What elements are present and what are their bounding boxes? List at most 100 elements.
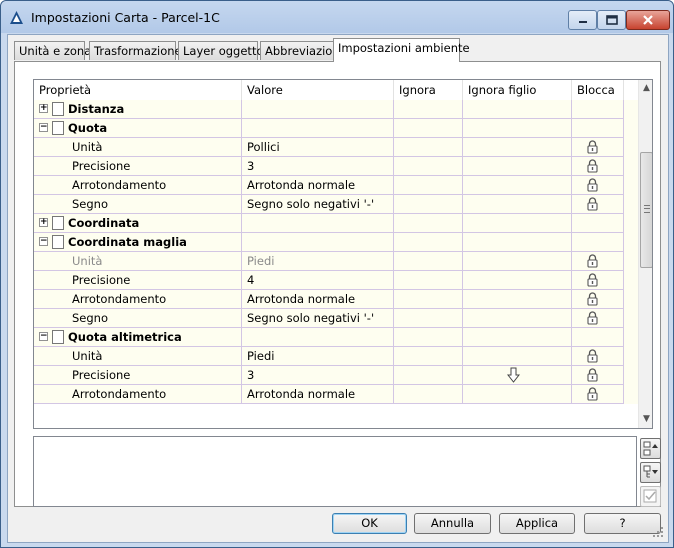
- ignore-cell[interactable]: [394, 233, 463, 252]
- tab-unita-e-zona[interactable]: Unità e zona: [14, 41, 91, 60]
- ignore-child-cell[interactable]: [463, 385, 572, 404]
- ignore-cell[interactable]: [394, 157, 463, 176]
- grid-group-row[interactable]: − Quota: [34, 119, 638, 138]
- lock-cell[interactable]: [572, 309, 624, 328]
- ignore-cell[interactable]: [394, 176, 463, 195]
- lock-icon[interactable]: [586, 311, 599, 325]
- ignore-child-cell[interactable]: [463, 138, 572, 157]
- lock-cell[interactable]: [572, 366, 624, 385]
- ignore-cell[interactable]: [394, 366, 463, 385]
- ignore-child-cell[interactable]: [463, 214, 572, 233]
- property-cell[interactable]: Unità: [34, 347, 242, 366]
- ignore-child-cell[interactable]: [463, 252, 572, 271]
- grid-property-row[interactable]: Precisione 3: [34, 157, 638, 176]
- property-cell[interactable]: Segno: [34, 309, 242, 328]
- lock-cell[interactable]: [572, 176, 624, 195]
- tab-trasformazione[interactable]: Trasformazione: [89, 41, 182, 60]
- lock-cell[interactable]: [572, 271, 624, 290]
- ignore-cell[interactable]: [394, 309, 463, 328]
- lock-cell[interactable]: [572, 214, 624, 233]
- property-cell[interactable]: + Distanza: [34, 100, 242, 119]
- lock-cell[interactable]: [572, 195, 624, 214]
- column-header-blocca[interactable]: Blocca: [572, 80, 624, 100]
- tab-layer-oggetto[interactable]: Layer oggetto: [178, 41, 263, 60]
- grid-property-row[interactable]: Unità Piedi: [34, 347, 638, 366]
- value-cell[interactable]: Piedi: [242, 252, 394, 271]
- property-cell[interactable]: Segno: [34, 195, 242, 214]
- value-cell[interactable]: [242, 214, 394, 233]
- ignore-child-cell[interactable]: [463, 176, 572, 195]
- lock-icon[interactable]: [586, 140, 599, 154]
- value-cell[interactable]: Pollici: [242, 138, 394, 157]
- ignore-cell[interactable]: [394, 252, 463, 271]
- lock-cell[interactable]: [572, 119, 624, 138]
- property-cell[interactable]: − Quota altimetrica: [34, 328, 242, 347]
- value-cell[interactable]: Piedi: [242, 347, 394, 366]
- collapse-all-button[interactable]: [640, 462, 661, 483]
- collapse-icon[interactable]: −: [39, 123, 48, 132]
- column-header-valore[interactable]: Valore: [242, 80, 394, 100]
- ignore-cell[interactable]: [394, 119, 463, 138]
- property-cell[interactable]: Arrotondamento: [34, 385, 242, 404]
- grid-property-row[interactable]: Segno Segno solo negativi '-': [34, 309, 638, 328]
- minimize-button[interactable]: [568, 10, 597, 30]
- collapse-icon[interactable]: −: [39, 332, 48, 341]
- grid-property-row[interactable]: Segno Segno solo negativi '-': [34, 195, 638, 214]
- ignore-cell[interactable]: [394, 271, 463, 290]
- ignore-child-cell[interactable]: [463, 366, 572, 385]
- grid-vertical-scrollbar[interactable]: ▲ ▼: [638, 80, 652, 428]
- grid-group-row[interactable]: + Coordinata: [34, 214, 638, 233]
- property-cell[interactable]: + Coordinata: [34, 214, 242, 233]
- ignore-child-cell[interactable]: [463, 328, 572, 347]
- grid-property-row[interactable]: Precisione 4: [34, 271, 638, 290]
- lock-icon[interactable]: [586, 387, 599, 401]
- property-cell[interactable]: Arrotondamento: [34, 290, 242, 309]
- tab-abbreviazioni[interactable]: Abbreviazioni: [260, 41, 343, 60]
- lock-cell[interactable]: [572, 138, 624, 157]
- lock-cell[interactable]: [572, 233, 624, 252]
- grid-group-row[interactable]: − Coordinata maglia: [34, 233, 638, 252]
- title-bar[interactable]: Impostazioni Carta - Parcel-1C: [1, 1, 673, 33]
- ignore-cell[interactable]: [394, 195, 463, 214]
- grid-property-row[interactable]: Arrotondamento Arrotonda normale: [34, 385, 638, 404]
- ignore-child-cell[interactable]: [463, 290, 572, 309]
- scroll-up-arrow-icon[interactable]: ▲: [642, 84, 651, 93]
- ignore-child-cell[interactable]: [463, 119, 572, 138]
- ignore-child-cell[interactable]: [463, 271, 572, 290]
- tab-impostazioni-ambiente[interactable]: Impostazioni ambiente: [333, 38, 470, 62]
- grid-group-row[interactable]: − Quota altimetrica: [34, 328, 638, 347]
- property-cell[interactable]: Precisione: [34, 271, 242, 290]
- expand-icon[interactable]: +: [39, 218, 48, 227]
- ignore-child-cell[interactable]: [463, 157, 572, 176]
- value-cell[interactable]: Segno solo negativi '-': [242, 195, 394, 214]
- column-header-ignora-figlio[interactable]: Ignora figlio: [463, 80, 572, 100]
- ignore-child-cell[interactable]: [463, 195, 572, 214]
- cancel-button[interactable]: Annulla: [414, 513, 491, 534]
- lock-icon[interactable]: [586, 368, 599, 382]
- property-cell[interactable]: Unità: [34, 138, 242, 157]
- expand-all-button[interactable]: [640, 438, 661, 459]
- value-cell[interactable]: [242, 100, 394, 119]
- value-cell[interactable]: Arrotonda normale: [242, 385, 394, 404]
- value-cell[interactable]: Arrotonda normale: [242, 290, 394, 309]
- grid-property-row[interactable]: Unità Piedi: [34, 252, 638, 271]
- collapse-icon[interactable]: −: [39, 237, 48, 246]
- column-header-proprieta[interactable]: Proprietà: [34, 80, 242, 100]
- property-cell[interactable]: Precisione: [34, 157, 242, 176]
- ignore-cell[interactable]: [394, 290, 463, 309]
- lock-cell[interactable]: [572, 385, 624, 404]
- value-cell[interactable]: [242, 233, 394, 252]
- lock-icon[interactable]: [586, 273, 599, 287]
- lock-icon[interactable]: [586, 292, 599, 306]
- property-cell[interactable]: Arrotondamento: [34, 176, 242, 195]
- close-button[interactable]: [626, 10, 670, 30]
- property-cell[interactable]: Precisione: [34, 366, 242, 385]
- column-header-ignora[interactable]: Ignora: [394, 80, 463, 100]
- value-cell[interactable]: 3: [242, 157, 394, 176]
- maximize-button[interactable]: [597, 10, 626, 30]
- ignore-cell[interactable]: [394, 328, 463, 347]
- grid-property-row[interactable]: Precisione 3: [34, 366, 638, 385]
- ignore-cell[interactable]: [394, 385, 463, 404]
- value-cell[interactable]: Arrotonda normale: [242, 176, 394, 195]
- lock-icon[interactable]: [586, 178, 599, 192]
